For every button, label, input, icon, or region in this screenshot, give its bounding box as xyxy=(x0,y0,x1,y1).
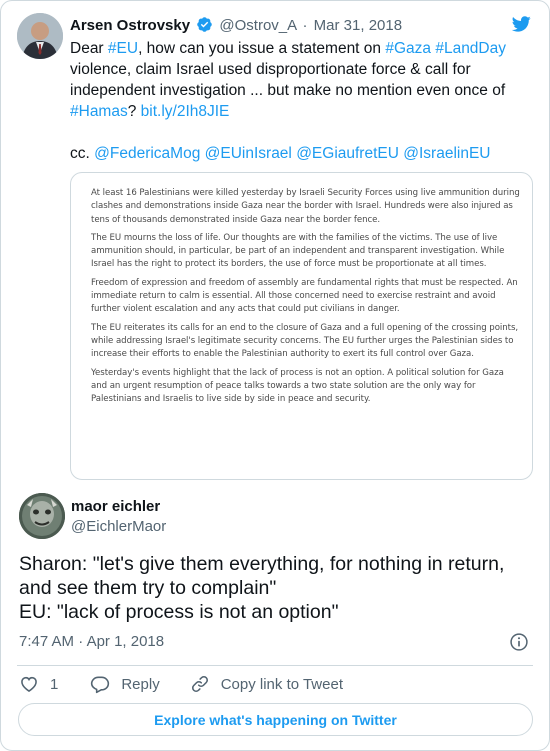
reply-bubble-icon xyxy=(91,676,110,694)
author-name[interactable]: maor eichler xyxy=(71,497,160,517)
statement-paragraph: Yesterday's events highlight that the la… xyxy=(91,367,504,405)
text-run: , how can you issue a statement on xyxy=(138,40,386,57)
hashtag-gaza-link[interactable]: #Gaza xyxy=(385,40,431,57)
heart-icon xyxy=(21,676,37,693)
cc-prefix: cc. xyxy=(70,145,95,162)
embedded-tweet-card: Arsen Ostrovsky @Ostrov_A · Mar 31, 2018… xyxy=(0,0,550,751)
text-run: ? xyxy=(127,103,141,120)
copy-link-label: Copy link to Tweet xyxy=(220,675,343,693)
meta-separator: · xyxy=(302,17,308,34)
meta-separator: · xyxy=(78,633,84,650)
like-button[interactable]: 1 xyxy=(19,674,58,694)
quoted-tweet-body: Dear #EU, how can you issue a statement … xyxy=(70,38,532,122)
mention-link[interactable]: @IsraelinEU xyxy=(403,145,490,162)
tweet-timestamp[interactable]: 7:47 AM · Apr 1, 2018 xyxy=(19,632,164,652)
mention-link[interactable]: @EUinIsrael xyxy=(205,145,292,162)
quoted-tweet-header: Arsen Ostrovsky @Ostrov_A · Mar 31, 2018 xyxy=(70,16,402,39)
mention-link[interactable]: @FedericaMog xyxy=(94,145,200,162)
twitter-bird-icon[interactable] xyxy=(509,14,533,39)
hashtag-landday-link[interactable]: #LandDay xyxy=(435,40,506,57)
quoted-handle[interactable]: @Ostrov_A xyxy=(219,17,296,34)
quoted-author-name[interactable]: Arsen Ostrovsky xyxy=(70,17,190,34)
tweet-line: EU: "lack of process is not an option" xyxy=(19,601,339,623)
quoted-date[interactable]: Mar 31, 2018 xyxy=(314,17,402,34)
tweet-time: 7:47 AM xyxy=(19,633,75,650)
cc-line: cc. @FedericaMog @EUinIsrael @EGiaufretE… xyxy=(70,143,532,164)
mention-link[interactable]: @EGiaufretEU xyxy=(296,145,399,162)
explore-twitter-button[interactable]: Explore what's happening on Twitter xyxy=(18,703,533,736)
hashtag-hamas-link[interactable]: #Hamas xyxy=(70,103,128,120)
reply-label: Reply xyxy=(121,675,160,693)
link-icon xyxy=(191,676,208,692)
divider xyxy=(17,665,533,666)
reply-button[interactable]: Reply xyxy=(90,674,160,694)
hashtag-eu-link[interactable]: #EU xyxy=(108,40,138,57)
text-run: Dear xyxy=(70,40,108,57)
copy-link-button[interactable]: Copy link to Tweet xyxy=(190,674,343,694)
statement-paragraph: The EU mourns the loss of life. Our thou… xyxy=(91,232,505,270)
info-icon[interactable] xyxy=(509,632,529,657)
short-url-link[interactable]: bit.ly/2Ih8JIE xyxy=(141,103,230,120)
verified-badge-icon xyxy=(196,16,213,39)
statement-image[interactable]: At least 16 Palestinians were killed yes… xyxy=(70,172,533,480)
action-bar: 1 Reply Copy link to Tweet xyxy=(19,673,343,695)
tweet-text: Sharon: "let's give them everything, for… xyxy=(19,552,539,624)
text-run: violence, claim Israel used disproportio… xyxy=(70,61,506,99)
tweet-line: Sharon: "let's give them everything, for… xyxy=(19,553,505,599)
author-handle[interactable]: @EichlerMaor xyxy=(71,517,166,537)
like-count: 1 xyxy=(50,675,59,693)
quoted-tweet-text: Dear #EU, how can you issue a statement … xyxy=(70,38,532,164)
quoted-author-avatar[interactable] xyxy=(17,13,63,59)
statement-paragraph: At least 16 Palestinians were killed yes… xyxy=(91,188,520,225)
author-avatar[interactable] xyxy=(19,493,65,539)
statement-paragraph: Freedom of expression and freedom of ass… xyxy=(91,277,518,315)
statement-paragraph: The EU reiterates its calls for an end t… xyxy=(91,322,519,360)
tweet-date: Apr 1, 2018 xyxy=(86,633,165,650)
